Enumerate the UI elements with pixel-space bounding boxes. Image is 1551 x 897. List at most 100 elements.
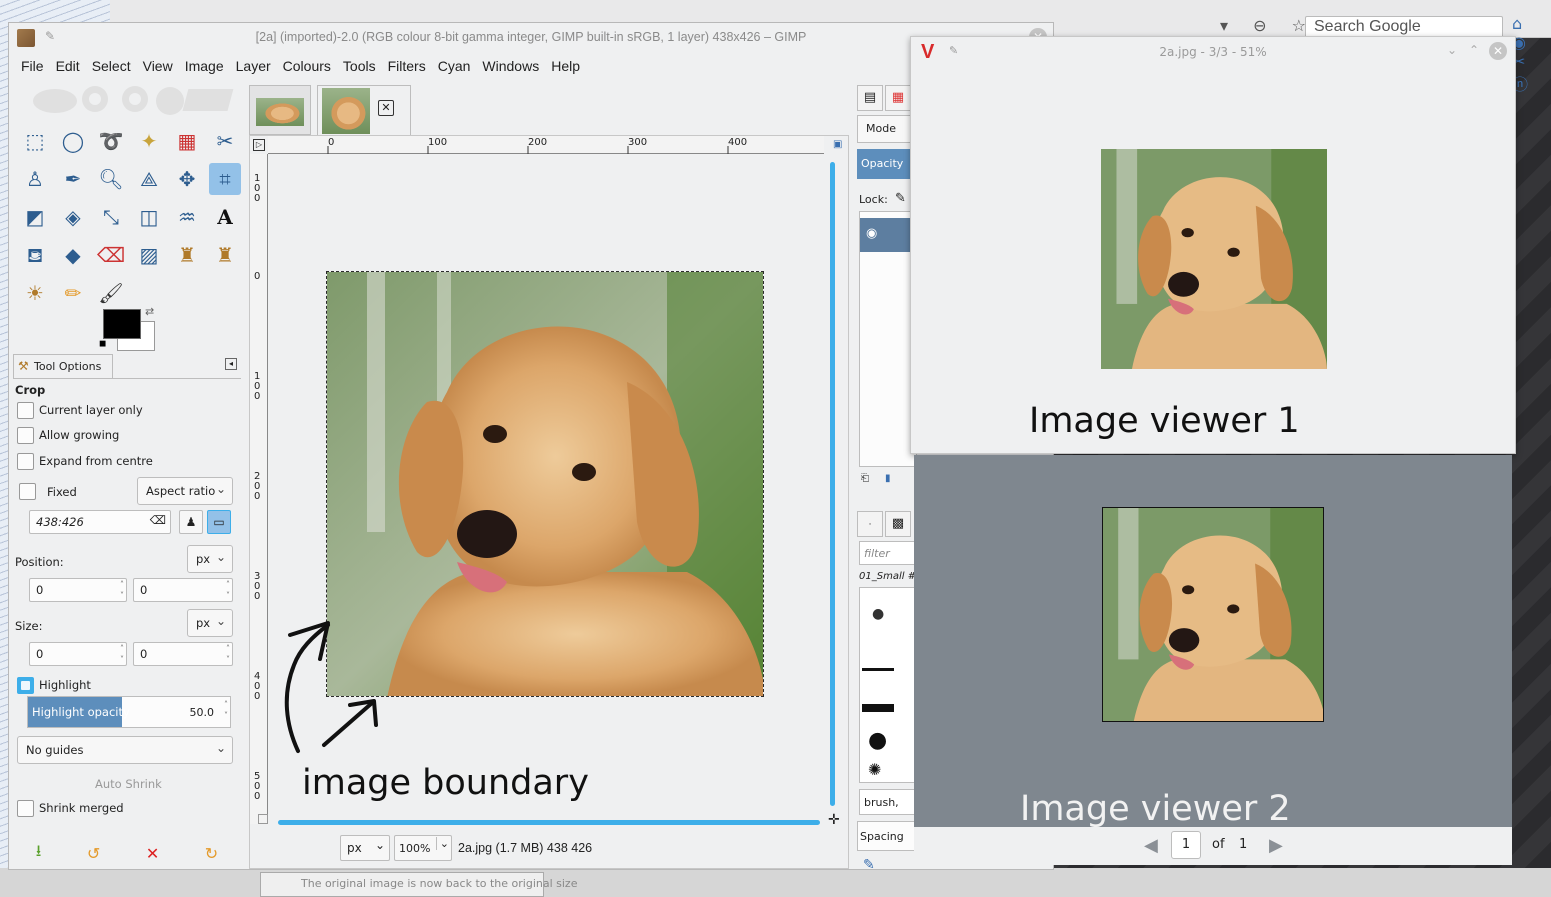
- expand-from-centre-checkbox[interactable]: [17, 453, 34, 470]
- ruler-vertical[interactable]: 1 0 0 0 1 0 0 2 0 0 3 0 0 4 0 0 5 0 0: [250, 154, 268, 824]
- menu-tools[interactable]: Tools: [337, 58, 382, 74]
- text-tool-icon[interactable]: A: [209, 201, 241, 233]
- guides-select[interactable]: No guides ⌄: [17, 736, 233, 764]
- delete-options-icon[interactable]: ✕: [146, 844, 159, 863]
- brush-item[interactable]: ✺: [868, 760, 881, 779]
- clone-icon[interactable]: ♜: [171, 239, 203, 271]
- position-x-input[interactable]: 0 ˄ ˅: [29, 578, 127, 602]
- reset-options-icon[interactable]: ↻: [205, 844, 218, 863]
- rect-select-icon[interactable]: ⬚: [19, 125, 51, 157]
- menu-file[interactable]: File: [15, 58, 50, 74]
- status-unit-select[interactable]: px ⌄: [340, 835, 390, 861]
- menu-edit[interactable]: Edit: [50, 58, 86, 74]
- foreground-select-icon[interactable]: ♙: [19, 163, 51, 195]
- brush-item[interactable]: ●: [872, 606, 884, 622]
- free-select-icon[interactable]: ➰: [95, 125, 127, 157]
- quick-mask-toggle[interactable]: [258, 814, 268, 824]
- spin-arrows-icon[interactable]: ˄ ˅: [226, 643, 230, 665]
- gradient-icon[interactable]: ◆: [57, 239, 89, 271]
- image-menu-icon[interactable]: ▷: [253, 139, 265, 151]
- spacing-slider[interactable]: Spacing: [857, 821, 917, 851]
- menu-image[interactable]: Image: [179, 58, 230, 74]
- layer-group-icon[interactable]: ▮: [885, 473, 891, 484]
- brush-item[interactable]: ●: [868, 728, 887, 753]
- scale-icon[interactable]: ⤡: [95, 201, 127, 233]
- spin-arrows-icon[interactable]: ˄ ˅: [224, 699, 228, 721]
- bucket-fill-icon[interactable]: ⛾: [19, 239, 51, 271]
- paths-icon[interactable]: ✒: [57, 163, 89, 195]
- ruler-horizontal[interactable]: 0 100 200 300 400: [268, 136, 824, 154]
- position-y-input[interactable]: 0 ˄ ˅: [133, 578, 233, 602]
- scissors-icon[interactable]: ✂: [209, 125, 241, 157]
- vertical-scrollbar[interactable]: [830, 162, 835, 806]
- new-layer-icon[interactable]: ⎗: [861, 473, 869, 484]
- dodge-burn-icon[interactable]: ☀: [19, 277, 51, 309]
- previous-page-icon[interactable]: ◀: [1144, 835, 1158, 856]
- next-page-icon[interactable]: ▶: [1269, 835, 1283, 856]
- foreground-color-swatch[interactable]: [103, 309, 141, 339]
- brush-filter-input[interactable]: filter: [859, 541, 917, 565]
- page-number-input[interactable]: 1: [1171, 831, 1201, 859]
- fixed-checkbox[interactable]: [19, 483, 36, 500]
- menu-windows[interactable]: Windows: [476, 58, 545, 74]
- aspect-ratio-input[interactable]: 438:426 ⌫: [29, 510, 171, 534]
- viewer-1-titlebar[interactable]: V ✎ 2a.jpg - 3/3 - 51% ⌄ ⌃ ✕: [911, 37, 1515, 65]
- menu-view[interactable]: View: [137, 58, 179, 74]
- navigate-icon[interactable]: ✛: [828, 812, 840, 828]
- ellipse-select-icon[interactable]: ◯: [57, 125, 89, 157]
- menu-filters[interactable]: Filters: [382, 58, 432, 74]
- tab-channels[interactable]: ▦: [885, 85, 911, 111]
- size-height-input[interactable]: 0 ˄ ˅: [133, 642, 233, 666]
- eraser-icon[interactable]: ⌫: [95, 239, 127, 271]
- spin-arrows-icon[interactable]: ˄ ˅: [226, 579, 230, 601]
- size-unit-select[interactable]: px ⌄: [187, 609, 233, 637]
- viewer-1-close-icon[interactable]: ✕: [1489, 42, 1507, 60]
- warp-icon[interactable]: ♒: [171, 201, 203, 233]
- menu-colours[interactable]: Colours: [277, 58, 337, 74]
- close-tab-icon[interactable]: ✕: [378, 100, 394, 116]
- landscape-button[interactable]: ▭: [207, 510, 231, 534]
- highlight-opacity-slider[interactable]: Highlight opacity 50.0 ˄ ˅: [27, 696, 231, 728]
- browser-home-icon[interactable]: ⌂ ◉ ✂ ⓝ: [1512, 14, 1551, 95]
- position-unit-select[interactable]: px ⌄: [187, 545, 233, 573]
- restore-options-icon[interactable]: ↺: [87, 844, 100, 863]
- viewer-1-image[interactable]: [1101, 149, 1327, 369]
- fuzzy-select-icon[interactable]: ✦: [133, 125, 165, 157]
- layer-mode-select[interactable]: Mode: [857, 115, 917, 143]
- zoom-icon[interactable]: 🔍︎: [95, 163, 127, 195]
- unified-transform-icon[interactable]: ◩: [19, 201, 51, 233]
- menu-select[interactable]: Select: [86, 58, 137, 74]
- shrink-merged-checkbox[interactable]: [17, 800, 34, 817]
- minimize-icon[interactable]: ⌄: [1447, 43, 1457, 57]
- size-width-input[interactable]: 0 ˄ ˅: [29, 642, 127, 666]
- select-by-color-icon[interactable]: ▦: [171, 125, 203, 157]
- viewer-2-image[interactable]: [1102, 507, 1324, 722]
- brush-item[interactable]: [862, 668, 894, 671]
- brush-item[interactable]: [862, 704, 894, 712]
- move-icon[interactable]: ✥: [171, 163, 203, 195]
- image-tab-1[interactable]: [249, 85, 311, 135]
- menu-layer[interactable]: Layer: [230, 58, 277, 74]
- horizontal-scrollbar[interactable]: [278, 820, 820, 825]
- menu-help[interactable]: Help: [545, 58, 586, 74]
- brush-tag-input[interactable]: brush,: [859, 789, 917, 815]
- flip-icon[interactable]: ◫: [133, 201, 165, 233]
- panel-menu-icon[interactable]: ◂: [225, 358, 237, 370]
- spin-arrows-icon[interactable]: ˄ ˅: [120, 643, 124, 665]
- browser-toolbar-icons[interactable]: ▾ ⊖ ☆: [1220, 16, 1316, 35]
- crop-icon[interactable]: ⌗: [209, 163, 241, 195]
- heal-icon[interactable]: ♜: [209, 239, 241, 271]
- tab-tool-options[interactable]: ⚒ Tool Options: [13, 354, 113, 378]
- paintbrush-icon[interactable]: 🖌︎: [95, 277, 127, 309]
- smudge-icon[interactable]: ▨: [133, 239, 165, 271]
- layers-list[interactable]: ◉: [859, 211, 918, 467]
- lock-pixels-icon[interactable]: ✎: [895, 191, 906, 206]
- pencil-icon[interactable]: ✏: [57, 277, 89, 309]
- highlight-checkbox[interactable]: [17, 677, 34, 694]
- current-layer-only-checkbox[interactable]: [17, 402, 34, 419]
- tab-brushes[interactable]: ·: [857, 511, 883, 537]
- fixed-mode-select[interactable]: Aspect ratio ⌄: [137, 477, 233, 505]
- eye-icon[interactable]: ◉: [866, 226, 877, 241]
- menu-cyan[interactable]: Cyan: [432, 58, 477, 74]
- auto-shrink-button[interactable]: Auto Shrink: [95, 777, 162, 791]
